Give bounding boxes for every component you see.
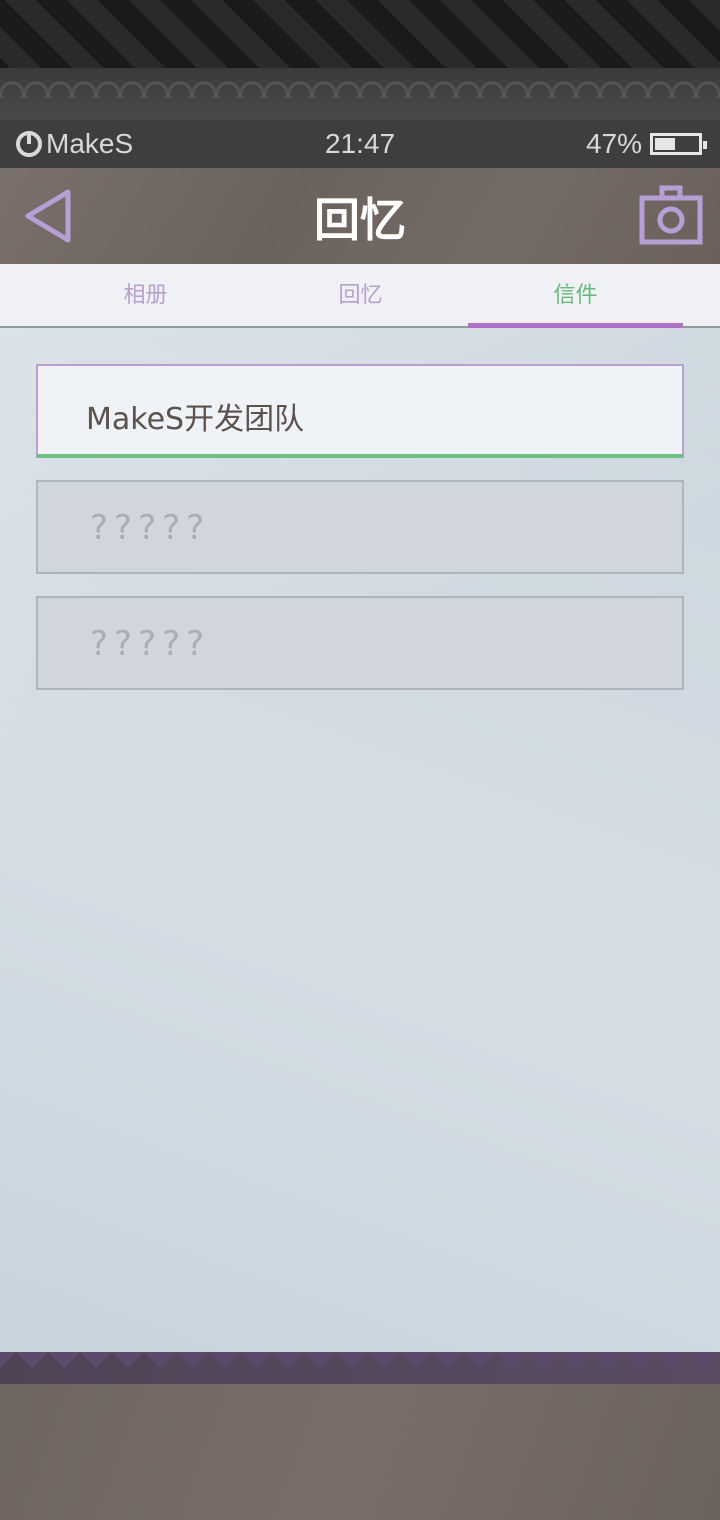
letter-title: ?????	[90, 508, 211, 548]
battery-percent: 47%	[585, 128, 642, 159]
triangle-pattern	[0, 1352, 720, 1384]
camera-icon[interactable]	[638, 184, 704, 248]
letter-item-locked[interactable]: ?????	[36, 596, 684, 690]
page-title: 回忆	[314, 193, 406, 247]
tab-letters[interactable]: 信件	[468, 264, 683, 328]
letters-list: MakeS开发团队 ????? ?????	[0, 328, 720, 1352]
letter-title: ?????	[90, 624, 211, 664]
top-decorative-band	[0, 0, 720, 120]
letter-title: MakeS开发团队	[86, 402, 305, 437]
battery-icon	[650, 133, 707, 155]
letter-item-locked[interactable]: ?????	[36, 480, 684, 574]
bottom-decorative-band	[0, 1352, 720, 1520]
lace-pattern	[0, 68, 720, 120]
status-battery: 47%	[585, 128, 707, 160]
letter-item[interactable]: MakeS开发团队	[36, 364, 684, 458]
tab-album[interactable]: 相册	[38, 264, 253, 326]
tab-memories[interactable]: 回忆	[253, 264, 468, 326]
status-bar: MakeS 21:47 47%	[0, 120, 720, 168]
app-header: 回忆	[0, 168, 720, 264]
tab-bar: 相册 回忆 信件	[0, 264, 720, 328]
